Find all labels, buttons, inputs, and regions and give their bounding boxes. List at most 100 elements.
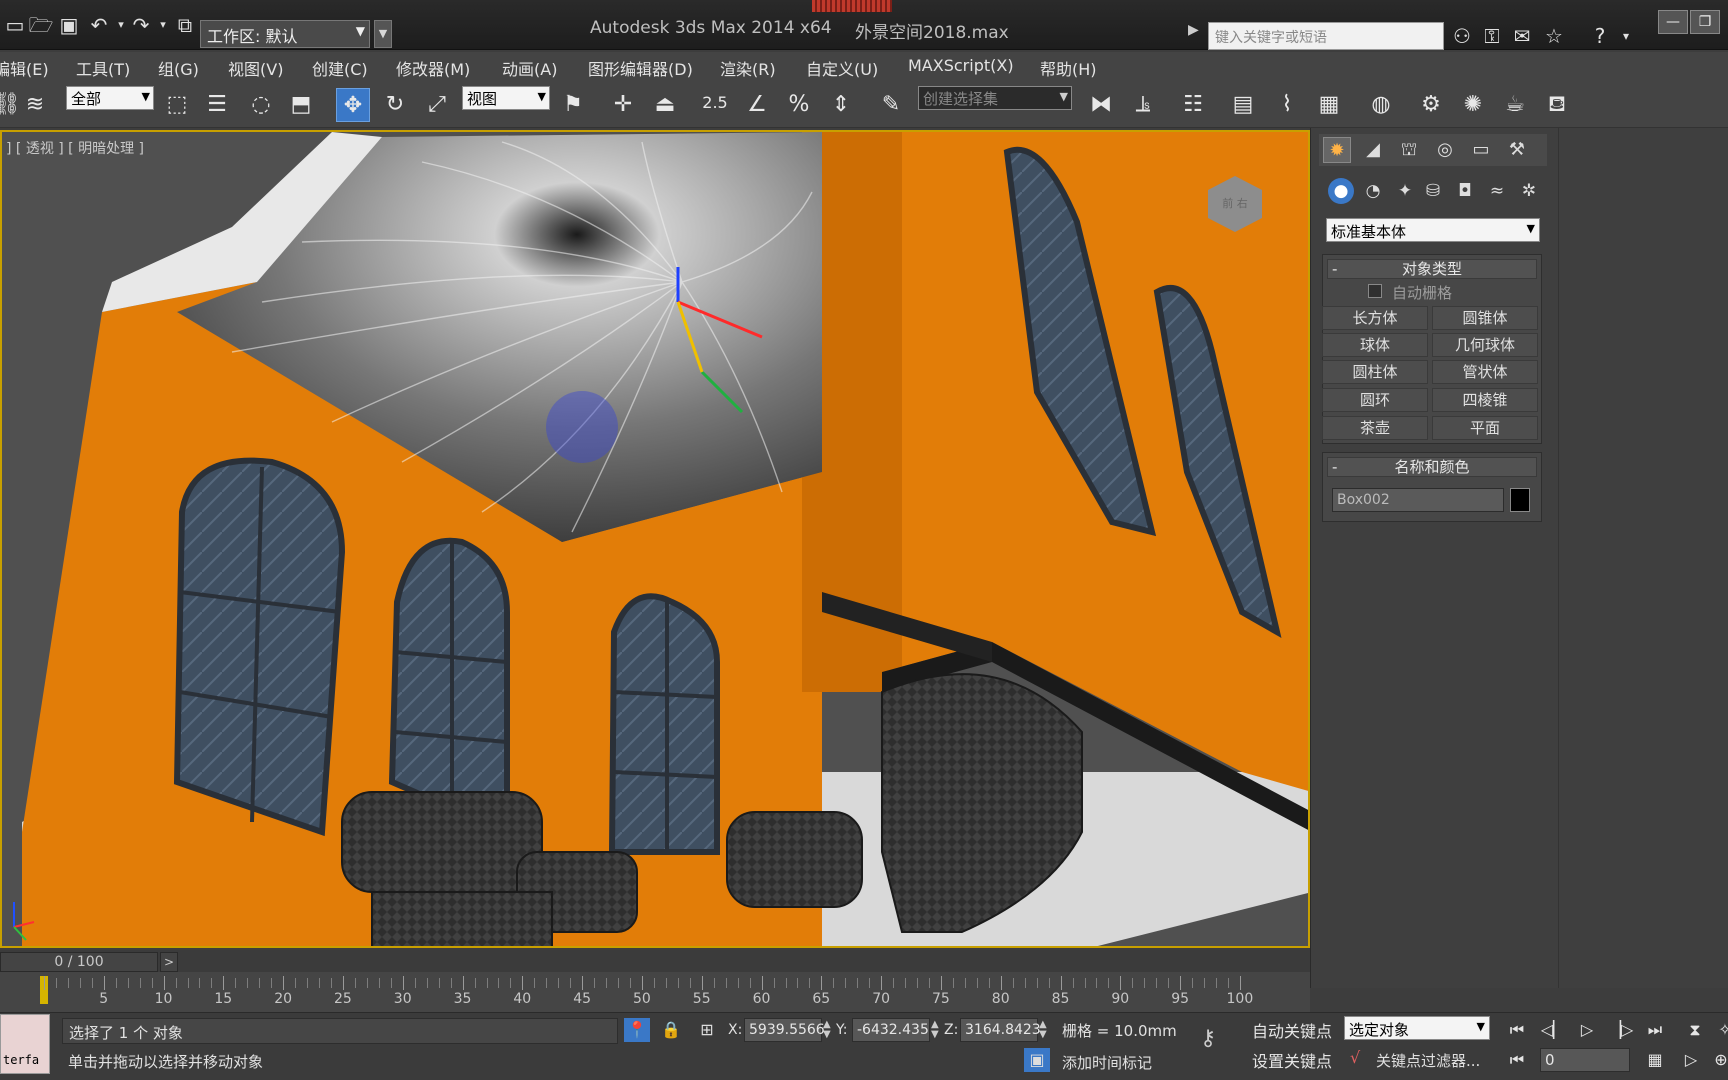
tube-button[interactable]: 管状体	[1432, 360, 1538, 384]
select-object-icon[interactable]: ⬚	[160, 88, 194, 122]
isolate-selection-icon[interactable]: 📍	[624, 1018, 650, 1042]
layer-manager-icon[interactable]: ☷	[1176, 88, 1210, 122]
select-manipulate-icon[interactable]: ⚑	[556, 88, 590, 122]
use-pivot-center-icon[interactable]: ✛	[606, 88, 640, 122]
current-frame-field[interactable]: 0	[1540, 1048, 1630, 1072]
render-setup-icon[interactable]: ⚙	[1414, 88, 1448, 122]
keyboard-shortcut-override-icon[interactable]: ⏏	[648, 88, 682, 122]
menu-modifiers[interactable]: 修改器(M)	[396, 56, 470, 80]
bind-space-warp-icon[interactable]: ≋	[18, 88, 52, 122]
hierarchy-tab-icon[interactable]: ⛫	[1395, 137, 1423, 163]
go-to-end-icon[interactable]: ⏭	[1640, 1018, 1670, 1042]
time-config-icon[interactable]: ✧	[1710, 1018, 1728, 1042]
menu-views[interactable]: 视图(V)	[228, 56, 283, 80]
orbit-icon[interactable]: ⊕	[1706, 1048, 1728, 1072]
menu-help[interactable]: 帮助(H)	[1040, 56, 1097, 80]
rendered-frame-window-icon[interactable]: ✺	[1456, 88, 1490, 122]
percent-snap-icon[interactable]: %	[782, 88, 816, 122]
time-configuration-icon[interactable]: ▦	[1640, 1048, 1670, 1072]
utilities-tab-icon[interactable]: ⚒	[1503, 137, 1531, 163]
name-color-header[interactable]: - 名称和颜色	[1327, 457, 1537, 477]
help-icon[interactable]: ?	[1586, 22, 1614, 50]
mirror-icon[interactable]: ⧓	[1084, 88, 1118, 122]
y-spinner-icon[interactable]: ▲ ▼	[931, 1020, 939, 1040]
space-warps-icon[interactable]: ≈	[1484, 178, 1510, 204]
time-slider[interactable]	[0, 950, 1310, 972]
select-and-scale-icon[interactable]: ⤢	[420, 88, 454, 122]
window-crossing-icon[interactable]: ⬒	[284, 88, 318, 122]
object-name-field[interactable]: Box002	[1332, 488, 1504, 512]
add-time-tag-icon[interactable]: ▣	[1024, 1048, 1050, 1072]
restore-button[interactable]: ❐	[1690, 10, 1720, 34]
motion-tab-icon[interactable]: ◎	[1431, 137, 1459, 163]
angle-snap-icon[interactable]: ∠	[740, 88, 774, 122]
helpers-icon[interactable]: ◘	[1452, 178, 1478, 204]
menu-tools[interactable]: 工具(T)	[76, 56, 130, 80]
primitive-category-dropdown[interactable]: 标准基本体 ▼	[1326, 218, 1540, 242]
frame-counter[interactable]: 0 / 100	[0, 952, 158, 972]
align-icon[interactable]: ⫡	[1126, 88, 1160, 122]
selection-region-icon[interactable]: ◌	[244, 88, 278, 122]
object-type-header[interactable]: - 对象类型	[1327, 259, 1537, 279]
torus-button[interactable]: 圆环	[1322, 388, 1428, 412]
edit-named-selection-icon[interactable]: ✎	[874, 88, 908, 122]
spinner-snap-icon[interactable]: ⇕	[824, 88, 858, 122]
key-mode-toggle-icon[interactable]: ⧗	[1680, 1018, 1710, 1042]
menu-maxscript[interactable]: MAXScript(X)	[908, 56, 1014, 75]
object-color-swatch[interactable]	[1510, 488, 1530, 512]
play-icon[interactable]: ▷	[1572, 1018, 1602, 1042]
render-iterative-icon[interactable]: ⛾	[1540, 88, 1574, 122]
render-production-icon[interactable]: ☕	[1498, 88, 1532, 122]
systems-icon[interactable]: ✲	[1516, 178, 1542, 204]
z-coordinate-field[interactable]: 3164.8423	[960, 1018, 1041, 1042]
communication-icon[interactable]: ✉	[1508, 22, 1536, 50]
minimize-button[interactable]: —	[1658, 10, 1688, 34]
cylinder-button[interactable]: 圆柱体	[1322, 360, 1428, 384]
viewport-label[interactable]: ] [ 透视 ] [ 明暗处理 ]	[6, 138, 144, 158]
cameras-icon[interactable]: ⛁	[1420, 178, 1446, 204]
z-spinner-icon[interactable]: ▲ ▼	[1039, 1020, 1047, 1040]
modify-tab-icon[interactable]: ◢	[1359, 137, 1387, 163]
selection-lock-icon[interactable]: 🔒	[658, 1018, 684, 1042]
previous-frame-icon[interactable]: ◁▏	[1538, 1018, 1568, 1042]
subscription-key-icon[interactable]: ⚿	[1478, 22, 1506, 50]
project-folder-icon[interactable]: ⧉	[172, 12, 198, 38]
x-spinner-icon[interactable]: ▲ ▼	[823, 1020, 831, 1040]
geosphere-button[interactable]: 几何球体	[1432, 333, 1538, 357]
absolute-mode-icon[interactable]: ⊞	[694, 1018, 720, 1042]
selection-filter-dropdown[interactable]: 全部 ▼	[66, 86, 154, 110]
x-coordinate-field[interactable]: 5939.5566	[744, 1018, 825, 1042]
zoom-extents-icon[interactable]: ▷	[1676, 1048, 1706, 1072]
open-file-icon[interactable]: 🗁	[28, 12, 54, 38]
binoculars-icon[interactable]: ⚇	[1448, 22, 1476, 50]
key-icon[interactable]: ⚷	[1200, 1026, 1216, 1051]
menu-rendering[interactable]: 渲染(R)	[720, 56, 776, 80]
sphere-button[interactable]: 球体	[1322, 333, 1428, 357]
select-by-name-icon[interactable]: ☰	[200, 88, 234, 122]
selection-set-dropdown[interactable]: 选定对象 ▼	[1344, 1016, 1490, 1040]
new-file-icon[interactable]: ▭	[2, 12, 28, 38]
select-and-move-icon[interactable]: ✥	[336, 88, 370, 122]
menu-create[interactable]: 创建(C)	[312, 56, 368, 80]
workspace-dropdown[interactable]: 工作区: 默认 ▼	[200, 20, 370, 48]
menu-edit[interactable]: 编辑(E)	[0, 56, 49, 80]
key-mode-prev-icon[interactable]: ⏮	[1502, 1048, 1532, 1072]
shapes-icon[interactable]: ◔	[1360, 178, 1386, 204]
next-frame-icon[interactable]: ▕▷	[1606, 1018, 1636, 1042]
menu-graph-editors[interactable]: 图形编辑器(D)	[588, 56, 693, 80]
material-editor-icon[interactable]: ◍	[1364, 88, 1398, 122]
box-button[interactable]: 长方体	[1322, 306, 1428, 330]
key-filters-button[interactable]: 关键点过滤器...	[1374, 1048, 1508, 1072]
favorites-star-icon[interactable]: ☆	[1540, 22, 1568, 50]
named-selection-dropdown[interactable]: 创建选择集 ▼	[918, 86, 1072, 110]
menu-animation[interactable]: 动画(A)	[502, 56, 557, 80]
create-tab-icon[interactable]: ✹	[1323, 137, 1351, 163]
maxscript-listener[interactable]: terfa	[0, 1014, 50, 1074]
select-and-rotate-icon[interactable]: ↻	[378, 88, 412, 122]
pyramid-button[interactable]: 四棱锥	[1432, 388, 1538, 412]
y-coordinate-field[interactable]: -6432.435	[852, 1018, 930, 1042]
perspective-viewport[interactable]: ] [ 透视 ] [ 明暗处理 ]	[0, 130, 1310, 948]
curve-editor-icon[interactable]: ⌇	[1270, 88, 1304, 122]
go-to-start-icon[interactable]: ⏮	[1502, 1018, 1532, 1042]
set-key-button[interactable]: 设置关键点	[1252, 1048, 1332, 1072]
